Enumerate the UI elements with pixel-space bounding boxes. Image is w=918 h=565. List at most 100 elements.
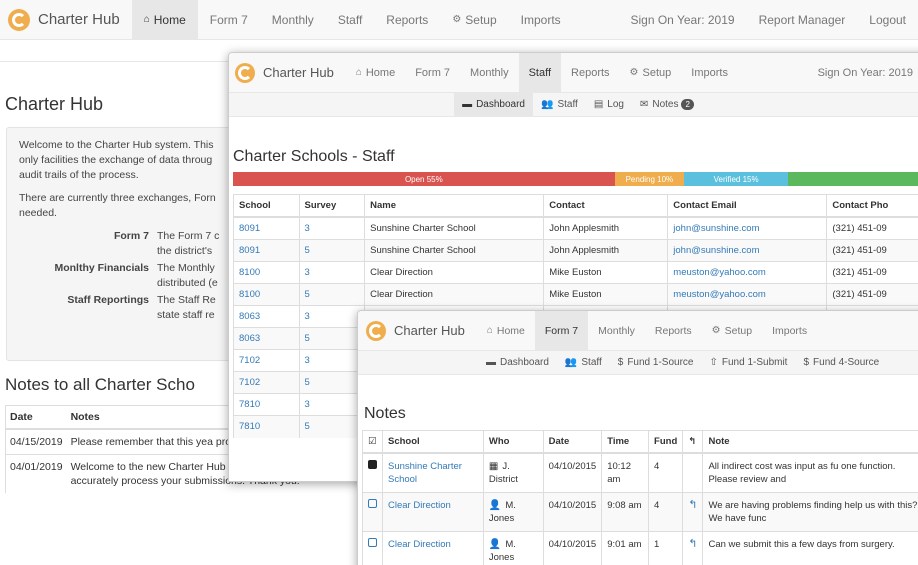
cell-school[interactable]: 7810 bbox=[233, 393, 300, 416]
cell-email[interactable]: meuston@yahoo.com bbox=[667, 261, 827, 284]
sub-notes[interactable]: ✉ Notes 2 bbox=[632, 93, 702, 116]
cell-school[interactable]: 8100 bbox=[233, 261, 300, 284]
nav-setup[interactable]: ⚙ Setup bbox=[620, 53, 682, 92]
col-reply[interactable]: ↰ bbox=[682, 430, 703, 454]
col-school[interactable]: School bbox=[233, 194, 300, 218]
col-fund[interactable]: Fund bbox=[648, 430, 683, 454]
def-desc: The Form 7 c the district's bbox=[157, 230, 220, 257]
cell-survey[interactable]: 5 bbox=[298, 371, 365, 394]
nav-staff[interactable]: Staff bbox=[326, 0, 374, 39]
cell-email[interactable]: meuston@yahoo.com bbox=[667, 283, 827, 306]
col-contact-phone[interactable]: Contact Pho bbox=[826, 194, 918, 218]
cell-school[interactable]: Clear Direction bbox=[382, 531, 484, 565]
col-contact-email[interactable]: Contact Email bbox=[667, 194, 827, 218]
cell-school[interactable]: Sunshine Charter School bbox=[382, 452, 484, 493]
nav-monthly[interactable]: Monthly bbox=[588, 311, 645, 350]
cell-survey[interactable]: 5 bbox=[298, 239, 365, 262]
checkbox[interactable] bbox=[368, 460, 377, 469]
brand[interactable]: Charter Hub bbox=[0, 8, 132, 31]
nav-staff[interactable]: Staff bbox=[518, 53, 562, 92]
report-manager-link[interactable]: Report Manager bbox=[747, 0, 858, 39]
row-checkbox[interactable] bbox=[362, 492, 383, 532]
row-checkbox[interactable] bbox=[362, 531, 383, 565]
cell-contact: Mike Euston bbox=[543, 283, 668, 306]
cell-reply[interactable]: ↰ bbox=[682, 531, 703, 565]
cell-survey[interactable]: 5 bbox=[298, 327, 365, 350]
col-who[interactable]: Who bbox=[482, 430, 544, 454]
reply-icon[interactable]: ↰ bbox=[688, 499, 697, 511]
cell-school[interactable]: 8091 bbox=[233, 239, 300, 262]
reply-icon[interactable]: ↰ bbox=[688, 538, 697, 550]
cell-note: We are having problems finding help us w… bbox=[702, 492, 918, 532]
cell-survey[interactable]: 3 bbox=[298, 393, 365, 416]
sub-dashboard[interactable]: ▬ Dashboard bbox=[454, 93, 533, 116]
nav-home[interactable]: ⌂ Home bbox=[477, 311, 535, 350]
col-contact[interactable]: Contact bbox=[543, 194, 668, 218]
cell-school[interactable]: 7102 bbox=[233, 349, 300, 372]
sign-on-year[interactable]: Sign On Year: 2019 bbox=[618, 0, 746, 39]
cell-email[interactable]: john@sunshine.com bbox=[667, 216, 827, 240]
nav-reports[interactable]: Reports bbox=[374, 0, 440, 39]
nav-form7[interactable]: Form 7 bbox=[405, 53, 460, 92]
cell-email[interactable]: john@sunshine.com bbox=[667, 239, 827, 262]
sub-fund4-source[interactable]: $ Fund 4-Source bbox=[795, 351, 887, 374]
cell-school[interactable]: 8063 bbox=[233, 305, 300, 328]
cell-survey[interactable]: 3 bbox=[298, 261, 365, 284]
brand[interactable]: Charter Hub bbox=[358, 320, 477, 341]
cell-date: 04/10/2015 bbox=[542, 531, 602, 565]
col-survey[interactable]: Survey bbox=[298, 194, 365, 218]
nav-home[interactable]: ⌂ Home bbox=[346, 53, 405, 92]
cell-survey[interactable]: 3 bbox=[298, 349, 365, 372]
reply-icon: ↰ bbox=[688, 436, 697, 447]
row-checkbox[interactable] bbox=[362, 452, 383, 493]
table-row: 8091 5 Sunshine Charter School John Applesm… bbox=[233, 239, 918, 262]
cell-name: Sunshine Charter School bbox=[364, 239, 544, 262]
brand[interactable]: Charter Hub bbox=[229, 62, 346, 83]
sub-fund1-source[interactable]: $ Fund 1-Source bbox=[610, 351, 702, 374]
checkbox[interactable] bbox=[368, 499, 377, 508]
col-time[interactable]: Time bbox=[601, 430, 649, 454]
nav-imports[interactable]: Imports bbox=[681, 53, 738, 92]
cell-survey[interactable]: 5 bbox=[298, 283, 365, 306]
cell-survey[interactable]: 5 bbox=[298, 415, 365, 438]
nav-setup[interactable]: ⚙ Setup bbox=[702, 311, 762, 350]
nav-home[interactable]: ⌂ Home bbox=[131, 0, 198, 39]
col-select[interactable]: ☑ bbox=[362, 430, 383, 454]
cell-survey[interactable]: 3 bbox=[298, 305, 365, 328]
cell-fund: 4 bbox=[648, 452, 683, 493]
nav-imports[interactable]: Imports bbox=[762, 311, 817, 350]
cell-school[interactable]: 7102 bbox=[233, 371, 300, 394]
nav-form7[interactable]: Form 7 bbox=[534, 311, 589, 350]
col-date[interactable]: Date bbox=[542, 430, 602, 454]
checkbox[interactable] bbox=[368, 538, 377, 547]
sub-staff[interactable]: 👥 Staff bbox=[533, 93, 586, 116]
sub-dashboard[interactable]: ▬ Dashboard bbox=[478, 351, 557, 374]
col-note[interactable]: Note bbox=[702, 430, 918, 454]
sign-on-year[interactable]: Sign On Year: 2019 bbox=[808, 53, 918, 92]
sub-fund1-submit[interactable]: ⇧ Fund 1-Submit bbox=[701, 351, 795, 374]
cell-school[interactable]: 7810 bbox=[233, 415, 300, 438]
cell-survey[interactable]: 3 bbox=[298, 216, 365, 240]
cell-school[interactable]: 8063 bbox=[233, 327, 300, 350]
cell-reply[interactable]: ↰ bbox=[682, 492, 703, 532]
col-school[interactable]: School bbox=[382, 430, 484, 454]
sub-staff[interactable]: 👥 Staff bbox=[557, 351, 610, 374]
logout-link[interactable]: Logout bbox=[857, 0, 918, 39]
def-term: Form 7 bbox=[113, 230, 149, 242]
sub-log[interactable]: ▤ Log bbox=[586, 93, 632, 116]
cell-school[interactable]: 8091 bbox=[233, 216, 300, 240]
intro-text-1: Welcome to the Charter Hub system. This … bbox=[19, 139, 214, 181]
nav-reports[interactable]: Reports bbox=[561, 53, 620, 92]
nav-monthly[interactable]: Monthly bbox=[260, 0, 326, 39]
nav-imports[interactable]: Imports bbox=[509, 0, 573, 39]
nav-reports[interactable]: Reports bbox=[645, 311, 702, 350]
cell-school[interactable]: Clear Direction bbox=[382, 492, 484, 532]
cell-school[interactable]: 8100 bbox=[233, 283, 300, 306]
exchange-definitions: Form 7 The Form 7 c the district's Monlt… bbox=[19, 229, 223, 323]
col-name[interactable]: Name bbox=[364, 194, 544, 218]
table-row: Clear Direction 👤 M. Jones 04/10/2015 9:01 a… bbox=[362, 531, 918, 565]
nav-form7[interactable]: Form 7 bbox=[198, 0, 260, 39]
nav-setup[interactable]: ⚙ Setup bbox=[440, 0, 508, 39]
nav-monthly[interactable]: Monthly bbox=[460, 53, 519, 92]
staff-navbar: Charter Hub ⌂ Home Form 7 Monthly Staff … bbox=[229, 53, 918, 93]
